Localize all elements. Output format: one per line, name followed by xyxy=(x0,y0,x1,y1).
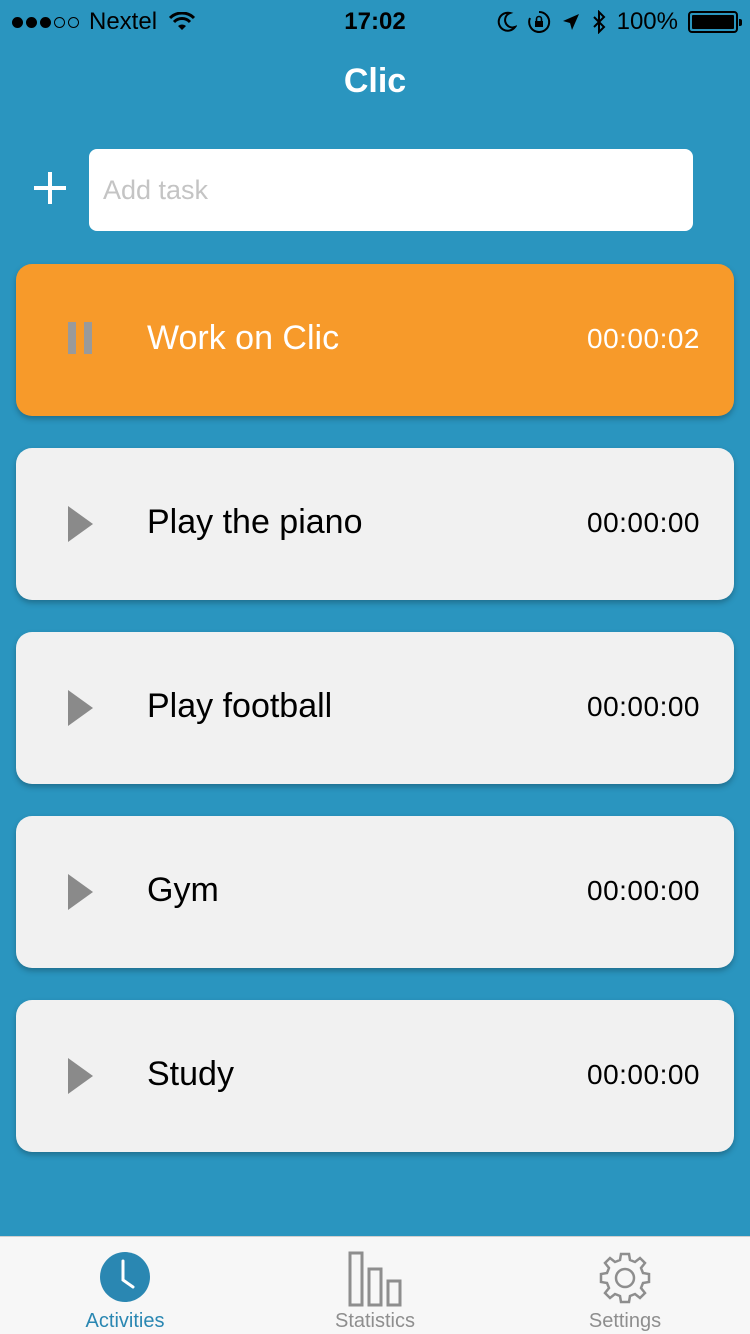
tab-statistics[interactable]: Statistics xyxy=(250,1237,500,1334)
rotation-lock-icon xyxy=(527,10,550,33)
tab-settings[interactable]: Settings xyxy=(500,1237,750,1334)
task-timer: 00:00:00 xyxy=(587,507,700,538)
bar-chart-icon xyxy=(348,1251,402,1307)
tab-activities[interactable]: Activities xyxy=(0,1237,250,1334)
page-title: Clic xyxy=(343,62,407,100)
moon-icon xyxy=(497,11,517,32)
task-card[interactable]: Work on Clic 00:00:02 xyxy=(16,264,734,416)
task-name: Play football xyxy=(147,687,333,725)
play-icon xyxy=(68,874,93,910)
pause-button[interactable] xyxy=(68,322,98,358)
play-icon xyxy=(68,690,93,726)
add-task-button[interactable] xyxy=(30,168,70,208)
location-arrow-icon xyxy=(562,14,579,30)
pause-icon xyxy=(68,322,98,354)
task-card[interactable]: Study 00:00:00 xyxy=(16,1000,734,1152)
battery-percent: 100% xyxy=(616,8,678,35)
task-timer: 00:00:00 xyxy=(587,875,700,906)
task-timer: 00:00:02 xyxy=(587,323,700,354)
tab-bar: Activities Statistics Settings xyxy=(0,1236,750,1334)
status-bar: Nextel 17:02 100% xyxy=(0,0,750,40)
tab-label: Settings xyxy=(588,1310,662,1332)
status-bar-right: 100% xyxy=(497,8,742,36)
play-icon xyxy=(68,506,93,542)
task-timer: 00:00:00 xyxy=(587,691,700,722)
task-card[interactable]: Gym 00:00:00 xyxy=(16,816,734,968)
task-name: Work on Clic xyxy=(147,319,340,357)
task-name: Play the piano xyxy=(147,503,363,541)
tab-label: Statistics xyxy=(334,1310,416,1332)
task-card[interactable]: Play the piano 00:00:00 xyxy=(16,448,734,600)
clock-icon xyxy=(100,1252,150,1302)
play-button[interactable] xyxy=(68,874,98,910)
bluetooth-icon xyxy=(592,10,606,34)
task-timer: 00:00:00 xyxy=(587,1059,700,1090)
gear-icon xyxy=(599,1252,651,1304)
battery-icon xyxy=(688,11,742,33)
play-button[interactable] xyxy=(68,506,98,542)
play-button[interactable] xyxy=(68,690,98,726)
tab-label: Activities xyxy=(85,1310,165,1332)
task-name: Study xyxy=(147,1055,234,1093)
play-icon xyxy=(68,1058,93,1094)
add-task-input[interactable] xyxy=(89,149,693,231)
task-name: Gym xyxy=(147,871,219,909)
play-button[interactable] xyxy=(68,1058,98,1094)
task-card[interactable]: Play football 00:00:00 xyxy=(16,632,734,784)
